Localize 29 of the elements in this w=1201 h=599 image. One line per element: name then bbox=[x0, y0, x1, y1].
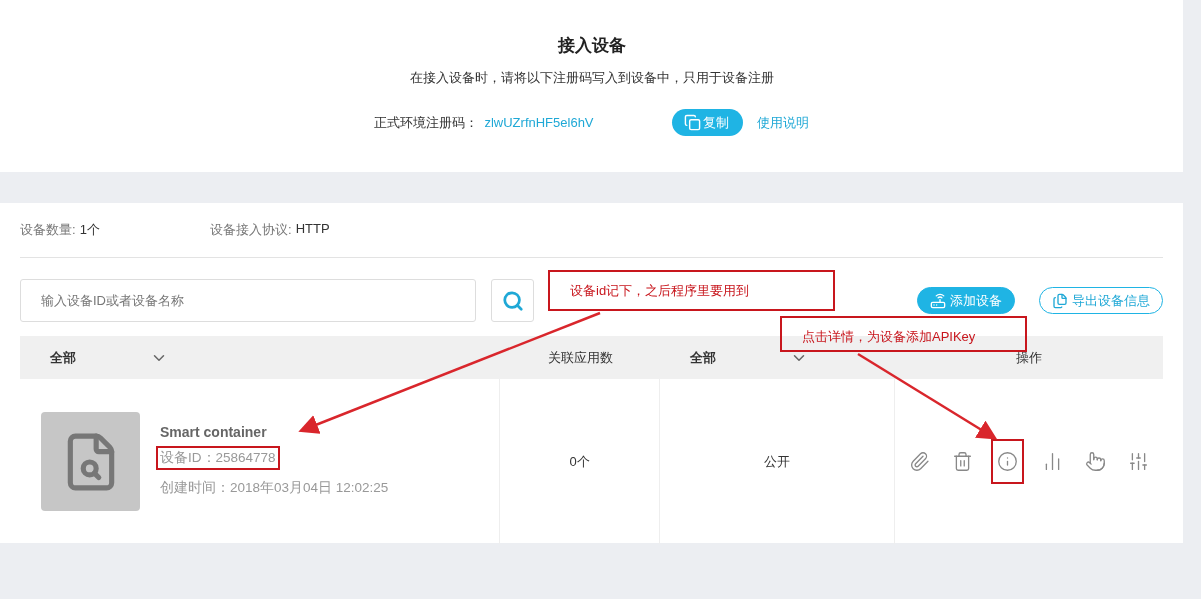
created-time: 创建时间：2018年03月04日 12:02:25 bbox=[159, 478, 390, 497]
app-count: 0个 bbox=[569, 452, 590, 471]
search-icon[interactable] bbox=[501, 289, 524, 312]
device-icon[interactable] bbox=[930, 292, 946, 309]
stat-label: 设备数量: bbox=[20, 221, 76, 239]
add-device-button[interactable]: 添加设备 bbox=[917, 287, 1015, 314]
column-header: 关联应用数 bbox=[547, 348, 613, 367]
code-label: 正式环境注册码： bbox=[374, 113, 479, 132]
help-link[interactable]: 使用说明 bbox=[756, 113, 809, 132]
search-field[interactable]: 输入设备ID或者设备名称 bbox=[20, 279, 476, 322]
info-icon[interactable] bbox=[997, 451, 1018, 472]
annotation-note: 设备id记下，之后程序里要用到 bbox=[548, 270, 835, 311]
visibility: 公开 bbox=[764, 452, 790, 471]
files-icon[interactable] bbox=[1052, 292, 1068, 309]
device-id: 设备ID：25864778 bbox=[156, 445, 280, 470]
device-name: Smart container bbox=[160, 423, 267, 440]
copy-button[interactable]: 复制 bbox=[671, 109, 743, 136]
instruction-text: 在接入设备时，请将以下注册码写入到设备中，只用于设备注册 bbox=[409, 69, 774, 87]
info-button[interactable] bbox=[991, 439, 1024, 484]
registration-code: zlwUZrfnHF5el6hV bbox=[484, 115, 594, 130]
stat-value: 1个 bbox=[79, 221, 100, 239]
stat-label: 设备接入协议: bbox=[210, 221, 292, 239]
stat-value: HTTP bbox=[295, 221, 330, 238]
filter-dropdown[interactable]: 全部 bbox=[50, 348, 150, 367]
annotation-note: 点击详情，为设备添加APIKey bbox=[780, 316, 1027, 352]
copy-icon[interactable] bbox=[683, 114, 701, 131]
search-button[interactable] bbox=[491, 279, 534, 322]
export-button[interactable]: 导出设备信息 bbox=[1039, 287, 1163, 314]
page-title: 接入设备 bbox=[557, 35, 626, 57]
